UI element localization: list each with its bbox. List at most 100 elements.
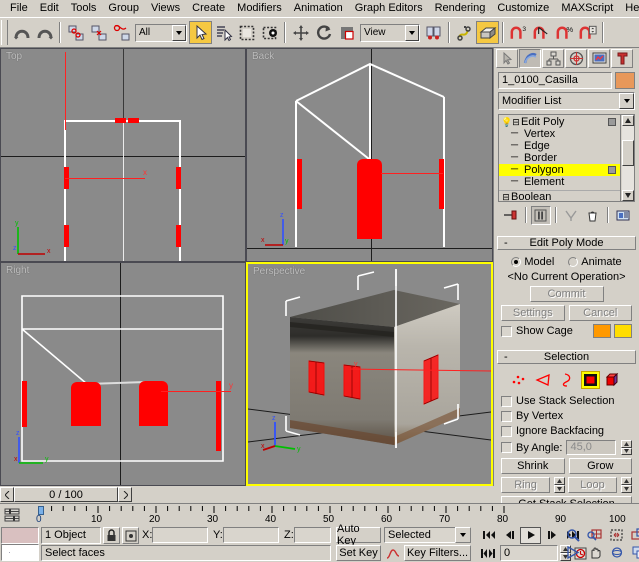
spinner-snap-toggle-button[interactable] — [576, 21, 599, 44]
menu-item-help[interactable]: Help — [619, 1, 639, 16]
menu-item-maxscript[interactable]: MAXScript — [555, 1, 619, 16]
menu-item-edit[interactable]: Edit — [34, 1, 65, 16]
stack-item-vertex[interactable]: ─ Vertex — [499, 128, 620, 140]
track-bar[interactable]: 0 10 20 30 40 50 60 70 80 90 100 — [0, 503, 639, 526]
loop-spinner-down-icon[interactable] — [621, 485, 632, 493]
polygon-subobject-button[interactable] — [581, 371, 600, 389]
viewport-top[interactable]: Top x — [0, 48, 246, 262]
stack-item-boolean[interactable]: ⊟ Boolean — [499, 190, 620, 201]
expand-minus-icon-2[interactable]: ⊟ — [501, 191, 511, 201]
ring-button[interactable]: Ring — [501, 477, 550, 493]
ring-spinner[interactable] — [554, 477, 565, 493]
object-color-swatch[interactable] — [615, 72, 635, 89]
loop-spinner-up-icon[interactable] — [621, 477, 632, 485]
toolbar-grip[interactable] — [1, 20, 8, 45]
border-subobject-button[interactable] — [557, 371, 576, 389]
percent-snap-toggle-button[interactable]: % — [553, 21, 576, 44]
key-filter-dropdown-button[interactable] — [455, 527, 471, 543]
stack-item-box[interactable] — [608, 118, 616, 126]
cage-color-swatch-2[interactable] — [614, 324, 632, 338]
select-by-name-button[interactable] — [212, 21, 235, 44]
y-coord-field[interactable] — [223, 527, 279, 543]
stack-item-polygon[interactable]: ─ Polygon — [499, 164, 620, 176]
scroll-down-button[interactable] — [622, 190, 634, 201]
field-of-view-button[interactable] — [562, 544, 583, 561]
ring-spinner-down-icon[interactable] — [554, 485, 565, 493]
loop-spinner[interactable] — [621, 477, 632, 493]
ignore-backfacing-checkbox[interactable] — [501, 426, 512, 437]
settings-button[interactable]: Settings — [501, 305, 565, 321]
object-name-field[interactable]: 1_0100_Casilla — [498, 72, 612, 89]
viewport-label-back[interactable]: Back — [252, 51, 274, 62]
align-button[interactable] — [476, 21, 499, 44]
mirror-button[interactable] — [453, 21, 476, 44]
radio-dot-model[interactable] — [511, 257, 521, 267]
grow-button[interactable]: Grow — [569, 458, 633, 474]
next-frame-button[interactable] — [541, 527, 562, 544]
element-subobject-button[interactable] — [605, 371, 624, 389]
edge-subobject-button[interactable] — [533, 371, 552, 389]
rollout-header-selection[interactable]: - Selection — [497, 350, 636, 364]
viewport-label-top[interactable]: Top — [6, 51, 22, 62]
viewport-right[interactable]: Right y z y — [0, 262, 246, 486]
by-vertex-checkbox[interactable] — [501, 411, 512, 422]
viewport-perspective[interactable]: Perspective — [246, 262, 493, 486]
menu-item-rendering[interactable]: Rendering — [429, 1, 492, 16]
snaps-toggle-button[interactable]: 3 — [507, 21, 530, 44]
ignore-backfacing-row[interactable]: Ignore Backfacing — [501, 425, 632, 437]
key-mode-nav-button[interactable] — [478, 545, 498, 561]
expand-minus-icon[interactable]: ⊟ — [511, 116, 521, 128]
modifier-list-dropdown[interactable]: Modifier List — [498, 92, 635, 110]
rollout-collapse-marker[interactable]: - — [504, 237, 508, 249]
set-key-button[interactable]: Set Key — [336, 545, 381, 561]
reference-coordinate-system-combo[interactable]: View — [360, 24, 420, 42]
by-angle-value-field[interactable]: 45,0 — [566, 440, 616, 455]
use-stack-selection-row[interactable]: Use Stack Selection — [501, 395, 632, 407]
maximize-viewport-toggle-button[interactable] — [628, 544, 639, 561]
set-key-curve-button[interactable] — [384, 545, 401, 561]
viewport-label-right[interactable]: Right — [6, 265, 29, 276]
vertex-subobject-button[interactable] — [509, 371, 528, 389]
make-unique-button[interactable] — [561, 206, 581, 225]
selection-filter-combo[interactable]: All — [135, 24, 187, 42]
use-pivot-point-center-button[interactable] — [422, 21, 445, 44]
zoom-all-button[interactable] — [584, 526, 605, 543]
play-animation-button[interactable] — [520, 527, 541, 544]
command-panel-tab-create[interactable] — [496, 49, 518, 68]
modifier-stack[interactable]: 💡 ⊟ Edit Poly ─ Vertex ─ Edge ─ Border — [498, 114, 635, 202]
remove-modifier-button[interactable] — [583, 206, 603, 225]
go-to-start-button[interactable] — [478, 527, 499, 544]
by-angle-row[interactable]: By Angle: 45,0 — [501, 440, 632, 455]
menu-item-create[interactable]: Create — [186, 1, 231, 16]
scrollbar-track[interactable] — [622, 126, 634, 190]
radio-dot-animate[interactable] — [568, 257, 578, 267]
spinner-up-icon[interactable] — [621, 440, 632, 448]
z-coord-field[interactable] — [294, 527, 331, 543]
loop-button[interactable]: Loop — [568, 477, 617, 493]
pin-stack-button[interactable] — [501, 206, 521, 225]
chevron-down-icon[interactable] — [172, 25, 186, 41]
by-angle-checkbox[interactable] — [501, 442, 512, 453]
bind-to-space-warp-button[interactable] — [110, 21, 133, 44]
menu-item-modifiers[interactable]: Modifiers — [231, 1, 288, 16]
time-slider-next-button[interactable] — [118, 487, 132, 502]
lock-selection-button[interactable] — [103, 527, 120, 544]
by-vertex-row[interactable]: By Vertex — [501, 410, 632, 422]
stack-item-edge[interactable]: ─ Edge — [499, 140, 620, 152]
angle-snap-toggle-button[interactable] — [530, 21, 553, 44]
menu-item-group[interactable]: Group — [102, 1, 145, 16]
zoom-button[interactable] — [562, 526, 583, 543]
time-slider-field[interactable]: 0 / 100 — [14, 487, 118, 502]
menu-item-animation[interactable]: Animation — [288, 1, 349, 16]
undo-button[interactable] — [10, 21, 33, 44]
gizmo-axis-vertical[interactable] — [65, 52, 66, 130]
viewport-back[interactable]: Back z — [246, 48, 493, 262]
cage-color-swatch-1[interactable] — [593, 324, 611, 338]
menu-item-customize[interactable]: Customize — [491, 1, 555, 16]
select-and-uniform-scale-button[interactable] — [335, 21, 358, 44]
ring-spinner-up-icon[interactable] — [554, 477, 565, 485]
command-panel-tab-motion[interactable] — [565, 49, 587, 68]
use-stack-selection-checkbox[interactable] — [501, 396, 512, 407]
viewport-label-perspective[interactable]: Perspective — [253, 266, 305, 277]
select-object-button[interactable] — [189, 21, 212, 44]
